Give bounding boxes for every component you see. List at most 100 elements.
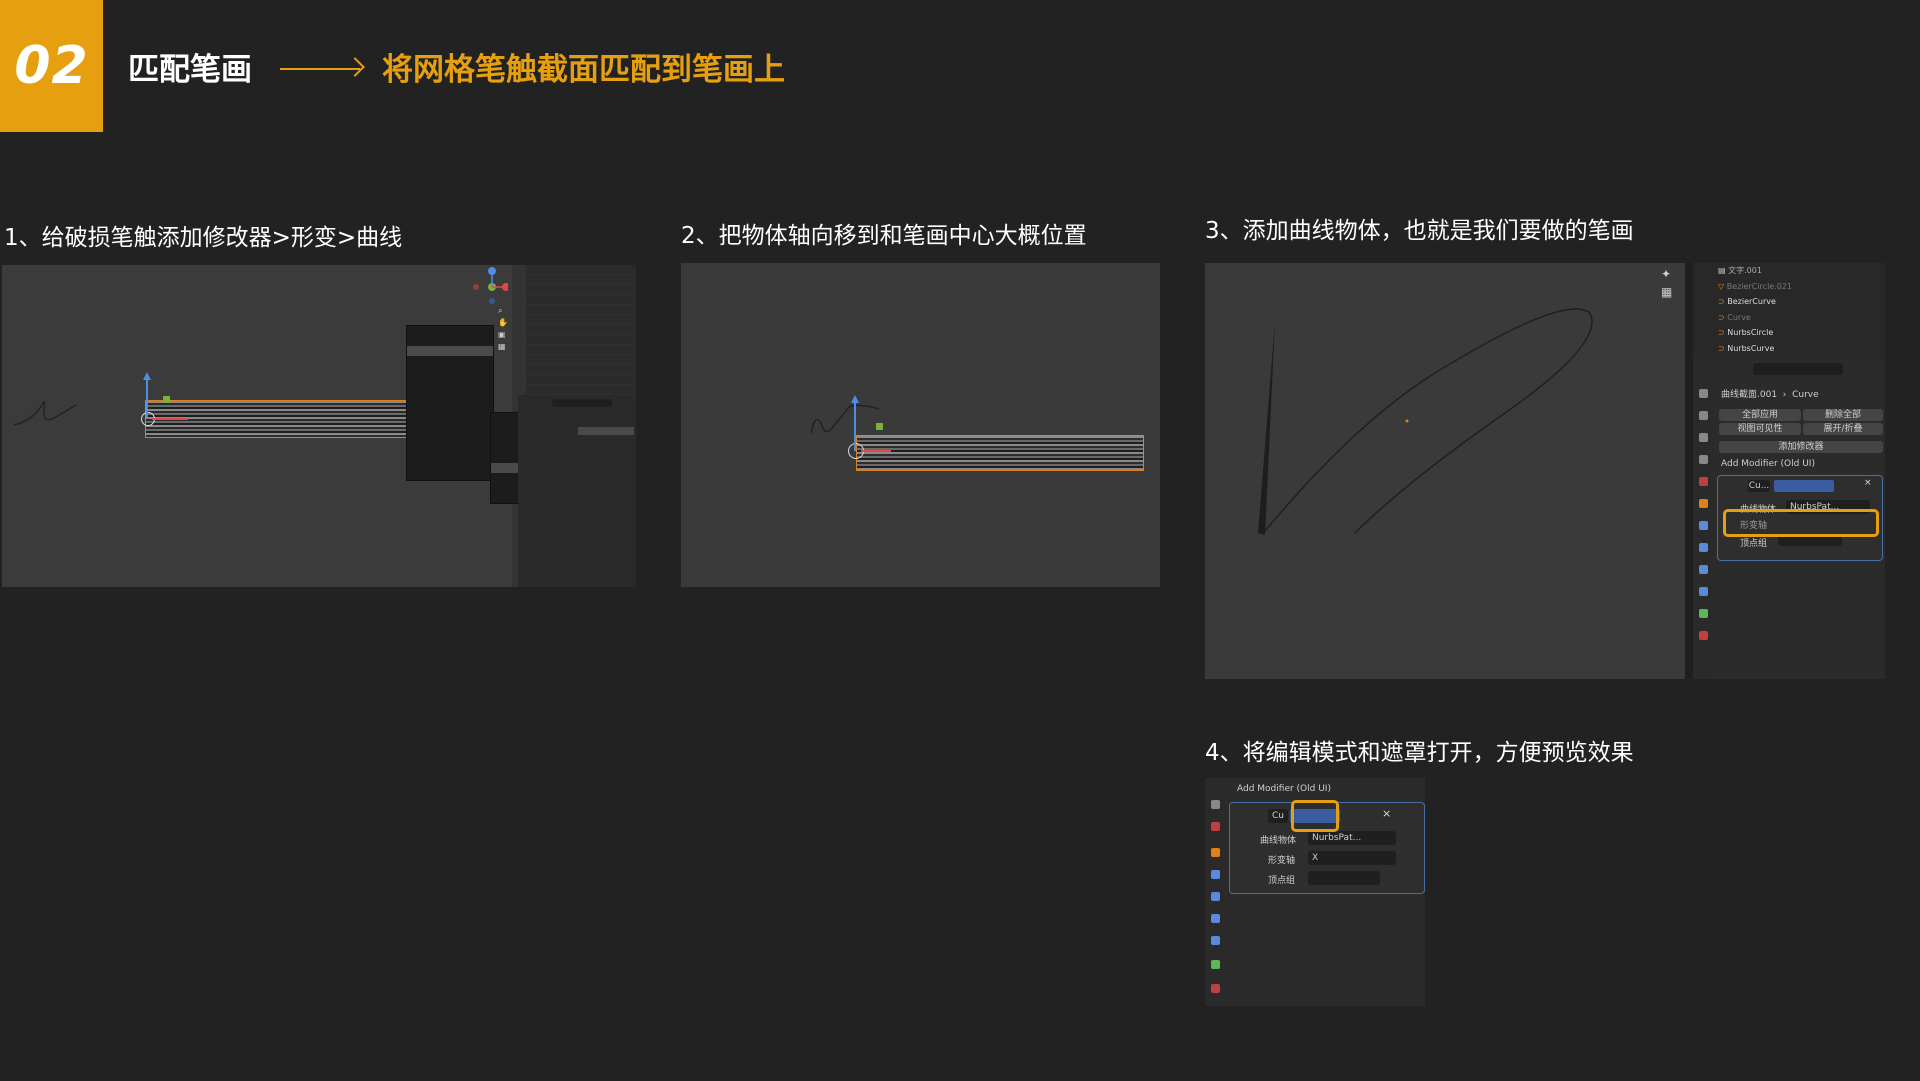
text-icon: ▤	[1718, 266, 1729, 275]
object-tab-icon[interactable]	[1211, 848, 1220, 857]
apply-all-button[interactable]: 全部应用	[1719, 409, 1801, 421]
screenshot-4: Add Modifier (Old UI) Cu × 曲线物体 NurbsPat…	[1205, 778, 1425, 1006]
menu-item[interactable]	[407, 426, 493, 436]
particles-tab-icon[interactable]	[1211, 892, 1220, 901]
outliner-row[interactable]: ▤ 文字.001	[1693, 263, 1885, 279]
add-modifier-old-ui-dropdown[interactable]: Add Modifier (Old UI)	[1721, 459, 1815, 469]
z-axis-line	[146, 378, 148, 418]
constraints-tab-icon[interactable]	[1211, 936, 1220, 945]
menu-item[interactable]	[407, 336, 493, 346]
mesh-stroke-strip[interactable]	[856, 435, 1144, 471]
world-tab-icon[interactable]	[1699, 477, 1708, 486]
particles-tab-icon[interactable]	[1699, 543, 1708, 552]
viewport-1[interactable]: ⌕ ✋ ▣ ▦	[2, 265, 578, 587]
physics-tab-icon[interactable]	[1699, 565, 1708, 574]
outliner-row[interactable]: ▽ BezierCircle.021	[1693, 279, 1885, 295]
viewport-tools-icon[interactable]: ⌕ ✋ ▣ ▦	[498, 305, 508, 355]
outliner-row[interactable]: ⊃ NurbsCircle	[1693, 325, 1885, 341]
section-title: 匹配笔画	[128, 52, 252, 88]
mesh-icon: ▽	[1718, 281, 1727, 291]
modifier-category-menu[interactable]	[406, 325, 494, 481]
close-icon[interactable]: ×	[1382, 807, 1391, 820]
menu-item[interactable]	[407, 456, 493, 466]
outliner-row[interactable]: ⊃ NurbsCurve	[1693, 341, 1885, 357]
x-axis-line	[861, 450, 891, 452]
x-axis-line	[152, 418, 188, 420]
view-layer-tab-icon[interactable]	[1211, 800, 1220, 809]
material-tab-icon[interactable]	[1699, 631, 1708, 640]
object-tab-icon[interactable]	[1699, 499, 1708, 508]
highlight-curve-object	[1723, 509, 1879, 537]
material-tab-icon[interactable]	[1211, 984, 1220, 993]
step-3-label: 3、添加曲线物体，也就是我们要做的笔画	[1205, 218, 1634, 244]
modifier-wrench-icon[interactable]	[1699, 521, 1708, 530]
properties-1[interactable]	[518, 395, 636, 587]
output-tab-icon[interactable]	[1699, 433, 1708, 442]
menu-item[interactable]	[407, 326, 493, 336]
menu-item[interactable]	[407, 396, 493, 406]
constraints-tab-icon[interactable]	[1699, 587, 1708, 596]
delete-all-button[interactable]: 删除全部	[1803, 409, 1883, 421]
menu-item[interactable]	[407, 436, 493, 446]
add-modifier-button[interactable]: 添加修改器	[1719, 441, 1883, 453]
section-number-badge: 02	[0, 0, 103, 132]
add-modifier-field[interactable]	[578, 427, 634, 435]
world-tab-icon[interactable]	[1211, 822, 1220, 831]
viewport-3[interactable]	[1205, 263, 1685, 679]
deform-axis-label: 形变轴	[1268, 856, 1296, 866]
property-tabs[interactable]	[1205, 778, 1225, 1006]
vertex-group-label: 顶点组	[1268, 876, 1296, 886]
viewport-visibility-button[interactable]: 视图可见性	[1719, 423, 1801, 435]
z-axis-arrow-icon	[143, 372, 151, 380]
curve-icon: ⊃	[1718, 328, 1728, 337]
modifier-wrench-icon[interactable]	[1211, 870, 1220, 879]
step-4-label: 4、将编辑模式和遮罩打开，方便预览效果	[1205, 740, 1634, 766]
curve-object-field[interactable]: NurbsPat...	[1308, 831, 1396, 845]
breadcrumb: 曲线截面.001 › Curve	[1721, 390, 1819, 400]
expand-collapse-button[interactable]: 展开/折叠	[1803, 423, 1883, 435]
menu-item-selected[interactable]	[407, 346, 493, 356]
menu-item[interactable]	[407, 416, 493, 426]
data-tab-icon[interactable]	[1699, 609, 1708, 618]
editor-divider	[1685, 263, 1693, 679]
outliner-1[interactable]	[526, 265, 636, 395]
outliner-item-label: BezierCircle.021	[1726, 281, 1793, 291]
z-axis-line	[854, 401, 856, 451]
menu-item[interactable]	[407, 376, 493, 386]
modifier-toggle-buttons[interactable]	[1774, 480, 1834, 492]
search-input[interactable]	[1753, 363, 1843, 375]
add-modifier-old-ui-dropdown[interactable]: Add Modifier (Old UI)	[1237, 784, 1331, 794]
pivot-marker-icon	[876, 423, 883, 430]
vertex-group-field[interactable]	[1308, 871, 1380, 885]
menu-item[interactable]	[407, 386, 493, 396]
menu-item[interactable]	[407, 356, 493, 366]
menu-item[interactable]	[407, 406, 493, 416]
viewport-tools-icon[interactable]: ✦ ▦	[1661, 265, 1681, 305]
outliner-3[interactable]: ▤ 文字.001 ▽ BezierCircle.021 ⊃ BezierCurv…	[1693, 263, 1885, 359]
modifier-name-input[interactable]: Cu	[1268, 809, 1288, 823]
step-2-label: 2、把物体轴向移到和笔画中心大概位置	[681, 223, 1087, 249]
menu-item[interactable]	[407, 466, 493, 476]
screenshot-2[interactable]	[681, 263, 1160, 587]
screenshot-1: ⌕ ✋ ▣ ▦	[2, 265, 636, 587]
modifier-name-input[interactable]: Cu...	[1748, 480, 1770, 492]
outliner-item-label: 文字.001	[1728, 266, 1762, 275]
render-tab-icon[interactable]	[1699, 411, 1708, 420]
data-tab-icon[interactable]	[1211, 960, 1220, 969]
menu-item[interactable]	[407, 446, 493, 456]
stroke-scribble-icon	[13, 401, 77, 426]
outliner-row[interactable]: ⊃ Curve	[1693, 310, 1885, 326]
property-tabs[interactable]	[518, 395, 530, 587]
deform-axis-select[interactable]: X	[1308, 851, 1396, 865]
view-layer-tab-icon[interactable]	[1699, 455, 1708, 464]
arrow-head-icon	[345, 57, 365, 77]
outliner-item-label: NurbsCurve	[1727, 343, 1775, 353]
physics-tab-icon[interactable]	[1211, 914, 1220, 923]
tool-tab-icon[interactable]	[1699, 389, 1708, 398]
outliner-item-label: NurbsCircle	[1727, 328, 1774, 337]
outliner-row[interactable]: ⊃ BezierCurve	[1693, 294, 1885, 310]
close-icon[interactable]: ×	[1864, 478, 1872, 488]
property-tabs[interactable]	[1693, 379, 1713, 679]
search-input[interactable]	[552, 399, 612, 407]
menu-item[interactable]	[407, 366, 493, 376]
